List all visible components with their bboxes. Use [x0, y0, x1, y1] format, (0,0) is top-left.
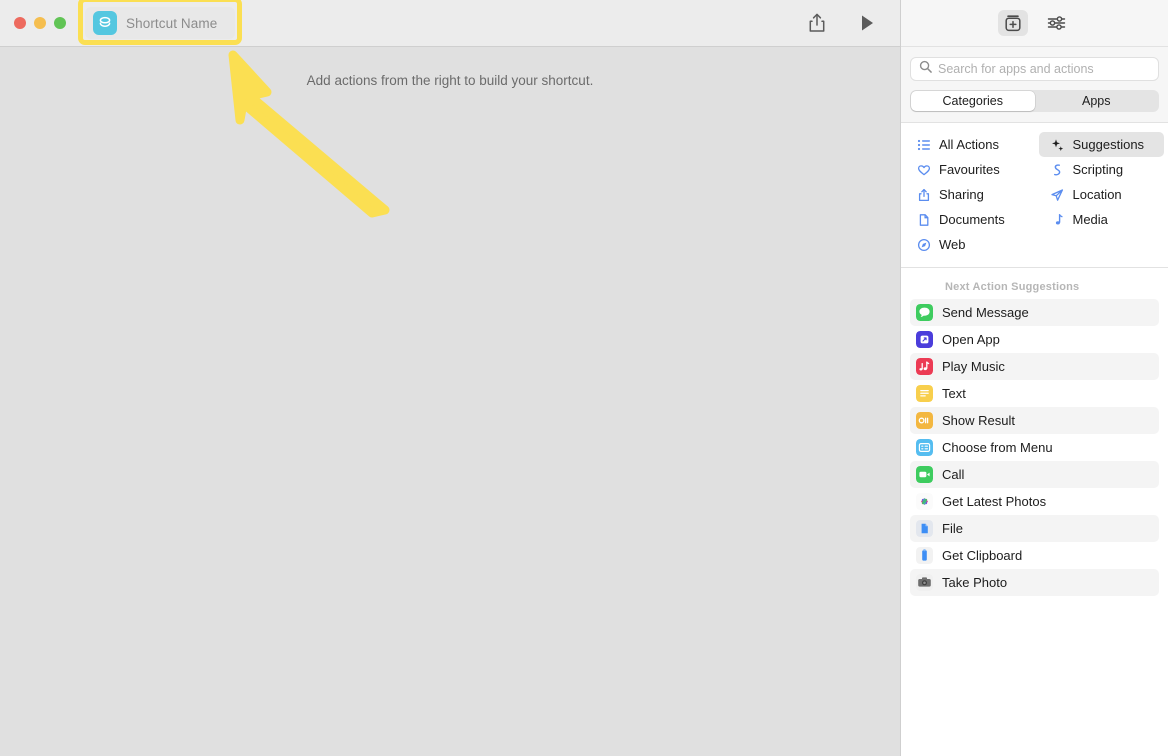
tab-apps[interactable]: Apps	[1035, 91, 1159, 111]
titlebar-actions	[806, 12, 900, 34]
compass-icon	[916, 237, 931, 252]
tab-categories[interactable]: Categories	[911, 91, 1035, 111]
close-button[interactable]	[14, 17, 26, 29]
photos-icon	[916, 493, 933, 510]
category-grid: All Actions Suggestions Favourites Scrip…	[901, 123, 1168, 268]
list-item-label: Get Clipboard	[942, 548, 1023, 563]
list-item-label: Play Music	[942, 359, 1005, 374]
list-item-label: Get Latest Photos	[942, 494, 1047, 509]
category-label: Web	[939, 237, 966, 252]
maximize-button[interactable]	[54, 17, 66, 29]
category-label: Suggestions	[1072, 137, 1145, 152]
action-library-pane: Categories Apps All Actions	[900, 0, 1168, 756]
library-segmented-wrap: Categories Apps	[901, 81, 1168, 123]
shortcut-canvas[interactable]: Add actions from the right to build your…	[0, 47, 900, 756]
add-action-library-icon[interactable]	[997, 10, 1028, 36]
list-item[interactable]: Call	[910, 461, 1159, 488]
library-search-wrap	[901, 47, 1168, 81]
sliders-icon[interactable]	[1042, 10, 1072, 36]
list-item-label: Text	[942, 386, 966, 401]
shortcut-layers-icon	[93, 11, 117, 35]
category-location[interactable]: Location	[1039, 182, 1165, 207]
minimize-button[interactable]	[34, 17, 46, 29]
category-label: Location	[1072, 187, 1122, 202]
list-item[interactable]: Text	[910, 380, 1159, 407]
call-icon	[916, 466, 933, 483]
shortcut-name-placeholder: Shortcut Name	[126, 15, 218, 31]
category-favourites[interactable]: Favourites	[905, 157, 1031, 182]
suggestions-list: Send Message Open App Play Music Text Sh…	[901, 299, 1168, 596]
list-item-label: Take Photo	[942, 575, 1008, 590]
share-icon[interactable]	[806, 12, 828, 34]
paper-plane-icon	[1050, 187, 1065, 202]
list-item[interactable]: Send Message	[910, 299, 1159, 326]
document-icon	[916, 212, 931, 227]
menu-icon	[916, 439, 933, 456]
list-item[interactable]: Open App	[910, 326, 1159, 353]
list-bullet-icon	[916, 137, 931, 152]
library-segmented-control[interactable]: Categories Apps	[910, 90, 1159, 112]
music-note-icon	[1050, 212, 1065, 227]
library-toolbar	[901, 0, 1168, 47]
music-icon	[916, 358, 933, 375]
search-input[interactable]	[938, 62, 1150, 76]
file-icon	[916, 520, 933, 537]
traffic-lights	[0, 17, 66, 29]
category-sharing[interactable]: Sharing	[905, 182, 1031, 207]
list-item[interactable]: Take Photo	[910, 569, 1159, 596]
category-all-actions[interactable]: All Actions	[905, 132, 1031, 157]
list-item-label: Choose from Menu	[942, 440, 1053, 455]
list-item[interactable]: File	[910, 515, 1159, 542]
list-item-label: Send Message	[942, 305, 1029, 320]
list-item[interactable]: Get Latest Photos	[910, 488, 1159, 515]
sparkles-icon	[1050, 137, 1065, 152]
search-icon	[919, 60, 932, 78]
category-web[interactable]: Web	[905, 232, 1031, 257]
list-item[interactable]: Choose from Menu	[910, 434, 1159, 461]
suggestions-header: Next Action Suggestions	[945, 281, 1080, 293]
shortcut-editor-pane: Shortcut Name Add actions from the right…	[0, 0, 900, 756]
text-icon	[916, 385, 933, 402]
window-titlebar: Shortcut Name	[0, 0, 900, 47]
canvas-empty-hint: Add actions from the right to build your…	[306, 73, 594, 88]
list-item[interactable]: Show Result	[910, 407, 1159, 434]
scripting-icon	[1050, 162, 1065, 177]
list-item[interactable]: Get Clipboard	[910, 542, 1159, 569]
list-item[interactable]: Play Music	[910, 353, 1159, 380]
list-item-label: Call	[942, 467, 965, 482]
category-media[interactable]: Media	[1039, 207, 1165, 232]
category-documents[interactable]: Documents	[905, 207, 1031, 232]
play-icon[interactable]	[856, 12, 878, 34]
shortcut-name-field[interactable]: Shortcut Name	[85, 7, 235, 39]
category-label: Scripting	[1072, 162, 1124, 177]
open-app-icon	[916, 331, 933, 348]
category-label: All Actions	[939, 137, 999, 152]
category-label: Sharing	[939, 187, 984, 202]
clipboard-icon	[916, 547, 933, 564]
category-label: Favourites	[939, 162, 1000, 177]
show-result-icon	[916, 412, 933, 429]
category-label: Documents	[939, 212, 1005, 227]
share-up-icon	[916, 187, 931, 202]
shortcuts-window: Shortcut Name Add actions from the right…	[0, 0, 1168, 756]
category-scripting[interactable]: Scripting	[1039, 157, 1165, 182]
camera-icon	[916, 574, 933, 591]
category-suggestions[interactable]: Suggestions	[1038, 132, 1164, 157]
list-item-label: Show Result	[942, 413, 1015, 428]
heart-icon	[916, 162, 931, 177]
messages-icon	[916, 304, 933, 321]
list-item-label: Open App	[942, 332, 1000, 347]
category-label: Media	[1072, 212, 1108, 227]
list-item-label: File	[942, 521, 963, 536]
search-field[interactable]	[910, 57, 1159, 81]
